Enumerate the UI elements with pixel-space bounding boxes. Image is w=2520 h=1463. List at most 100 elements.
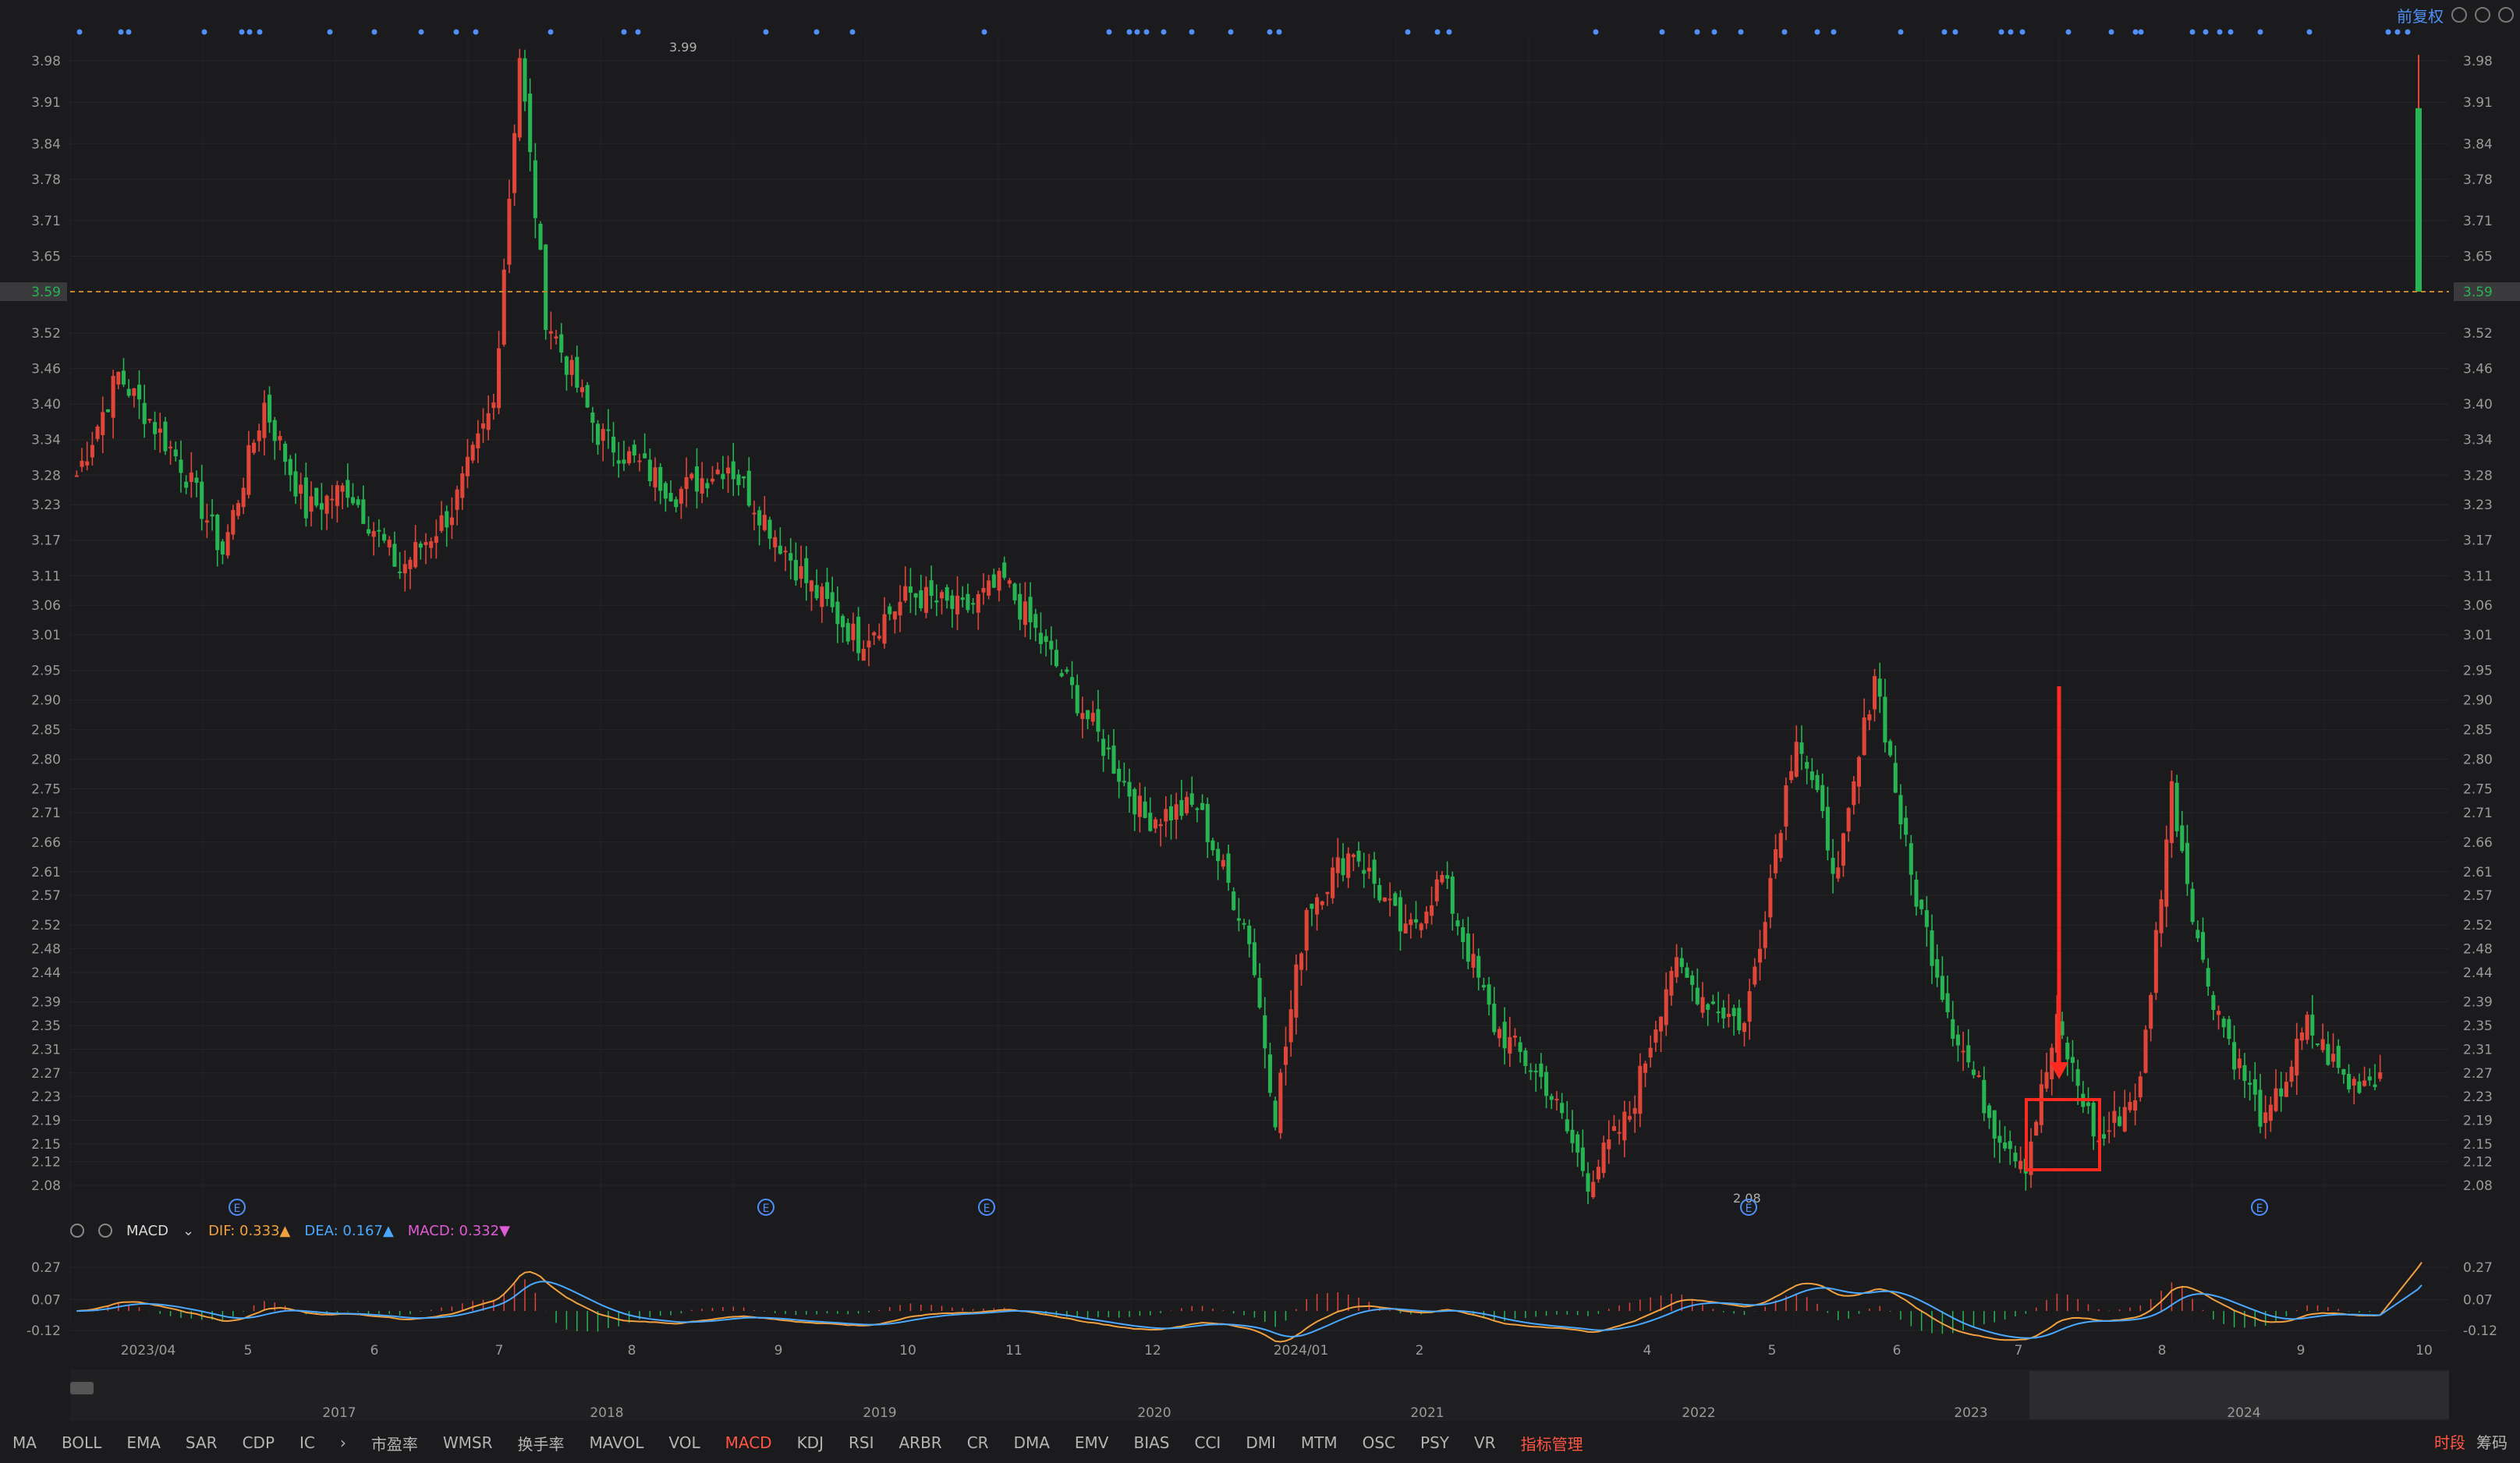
time-tick: 6 <box>370 1343 379 1358</box>
event-dot <box>1738 29 1744 35</box>
candle-body <box>429 541 434 548</box>
tab-indicator[interactable]: MACD <box>713 1433 785 1452</box>
navigator-year: 2020 <box>1137 1405 1171 1421</box>
navigator-year: 2024 <box>2227 1405 2260 1421</box>
candle-body <box>981 587 986 593</box>
candle-body <box>715 469 720 475</box>
tab-indicator[interactable]: MA <box>0 1433 49 1452</box>
tab-indicator[interactable]: OSC <box>1350 1433 1408 1452</box>
indicator-manage-button[interactable]: 指标管理 <box>1508 1432 1596 1454</box>
candle-body <box>1955 1034 1960 1046</box>
candle-body <box>1951 1018 1955 1039</box>
dea-value: 0.167 <box>342 1222 383 1239</box>
tab-indicator[interactable]: DMA <box>1001 1433 1062 1452</box>
tab-indicator[interactable]: MTM <box>1288 1433 1350 1452</box>
chevron-right-icon[interactable]: › <box>328 1433 359 1452</box>
candle-body <box>1904 817 1909 835</box>
candle-body <box>1909 843 1913 875</box>
candle-body <box>324 495 329 514</box>
candle-body <box>1601 1142 1606 1174</box>
event-dot <box>2257 29 2263 35</box>
candle-body <box>262 402 267 438</box>
tab-indicator[interactable]: EMA <box>114 1433 173 1452</box>
tab-indicator[interactable]: KDJ <box>785 1433 836 1452</box>
settings-icon[interactable] <box>70 1224 84 1238</box>
candle-body <box>168 446 173 448</box>
candle-body <box>1044 636 1048 643</box>
tab-indicator[interactable]: EMV <box>1062 1433 1122 1452</box>
event-dot <box>1189 29 1195 35</box>
tab-indicator[interactable]: BIAS <box>1121 1433 1182 1452</box>
price-tick-left: 2.85 <box>31 723 61 739</box>
candle-body <box>121 370 126 385</box>
tab-indicator[interactable]: VR <box>1462 1433 1508 1452</box>
candle-body <box>1872 675 1877 710</box>
candle-body <box>2018 1160 2023 1170</box>
candle-body <box>746 470 751 506</box>
candle-body <box>1809 771 1814 781</box>
candle-body <box>987 580 991 596</box>
price-tick-left: 2.57 <box>31 888 61 904</box>
candle-body <box>1065 669 1069 672</box>
candle-body <box>2232 1042 2237 1070</box>
candle-body <box>517 58 522 138</box>
candle-body <box>1320 901 1324 905</box>
candle-body <box>2326 1043 2330 1065</box>
candle-body <box>1210 840 1215 851</box>
macd-tick-right: 0.07 <box>2463 1293 2493 1309</box>
event-dot <box>763 29 769 35</box>
candle-body <box>85 461 90 466</box>
candle-body <box>1617 1132 1622 1134</box>
tab-indicator[interactable]: MAVOL <box>577 1433 657 1452</box>
tab-period[interactable]: 时段 <box>2434 1430 2465 1453</box>
event-dot <box>1781 29 1788 35</box>
tab-indicator[interactable]: WMSR <box>431 1433 505 1452</box>
tab-indicator[interactable]: ARBR <box>886 1433 954 1452</box>
candle-body <box>919 590 923 609</box>
tab-indicator[interactable]: CCI <box>1182 1433 1233 1452</box>
tab-indicator[interactable]: CR <box>955 1433 1001 1452</box>
candle-body <box>888 606 892 615</box>
tab-indicator[interactable]: VOL <box>656 1433 712 1452</box>
candle-body <box>1544 1072 1549 1096</box>
candle-body <box>606 429 611 431</box>
candle-body <box>1591 1181 1596 1198</box>
candle-body <box>1440 874 1444 883</box>
candle-body <box>2143 1029 2148 1073</box>
tab-indicator[interactable]: BOLL <box>49 1433 114 1452</box>
event-dot <box>1134 29 1140 35</box>
tab-indicator[interactable]: IC <box>287 1433 328 1452</box>
tab-indicator[interactable]: CDP <box>230 1433 287 1452</box>
tab-indicator[interactable]: DMI <box>1233 1433 1288 1452</box>
tab-chips[interactable]: 筹码 <box>2476 1430 2508 1453</box>
tab-indicator[interactable]: RSI <box>836 1433 887 1452</box>
candle-body <box>460 473 465 498</box>
candle-body <box>1492 1003 1497 1033</box>
event-dot <box>201 29 207 35</box>
event-dots-row <box>76 29 2411 35</box>
tab-indicator[interactable]: 市盈率 <box>359 1432 431 1454</box>
event-dot <box>1434 29 1441 35</box>
macd-name[interactable]: MACD <box>126 1223 168 1239</box>
tab-indicator[interactable]: SAR <box>173 1433 230 1452</box>
tab-indicator[interactable]: PSY <box>1408 1433 1462 1452</box>
candle-body <box>2190 888 2195 923</box>
price-tick-left: 2.08 <box>31 1178 61 1194</box>
tab-indicator[interactable]: 换手率 <box>505 1432 577 1454</box>
range-navigator[interactable]: 2017 2018 2019 2020 2021 2022 2023 2024 <box>70 1369 2449 1421</box>
close-icon[interactable] <box>98 1224 112 1238</box>
candle-body <box>762 515 767 530</box>
event-dot <box>813 29 820 35</box>
candle-body <box>2128 1102 2132 1111</box>
macd-readout: MACD: 0.332▼ <box>407 1222 510 1239</box>
candle-body <box>2237 1058 2242 1068</box>
candle-body <box>1174 804 1178 820</box>
time-tick: 11 <box>1005 1343 1023 1358</box>
candle-body <box>1310 903 1314 909</box>
event-dot <box>2217 29 2223 35</box>
chevron-down-icon[interactable]: ⌄ <box>183 1223 194 1239</box>
candlestick-chart[interactable]: 3.59 3.59 3.98 3.91 3.84 3.78 3.71 3.65 3.52 3.4… <box>0 0 2520 1463</box>
price-tick-right: 2.19 <box>2463 1114 2493 1129</box>
candle-body <box>934 600 939 603</box>
dif-value: 0.333 <box>239 1222 280 1239</box>
